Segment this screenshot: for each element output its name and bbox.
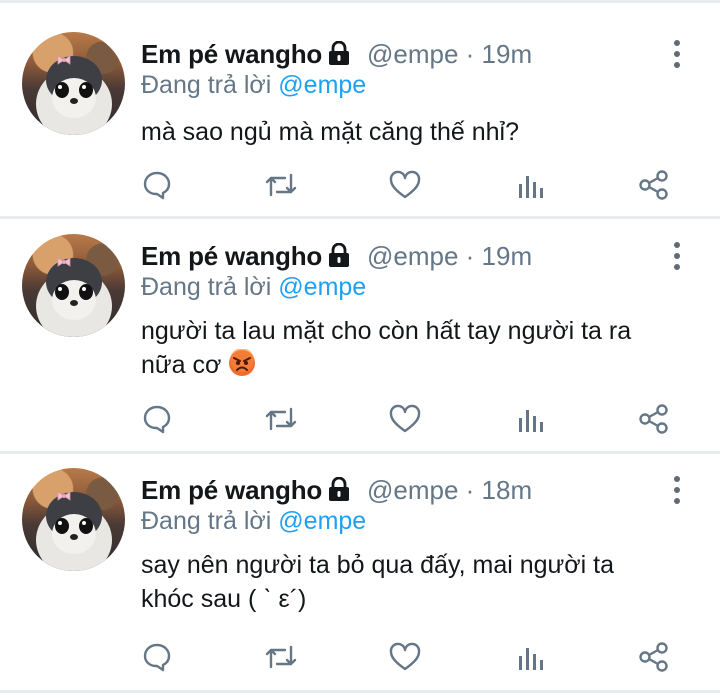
tweet-actions (0, 165, 720, 205)
analytics-icon[interactable] (510, 637, 550, 677)
comment-icon[interactable] (137, 399, 177, 439)
angry-face-emoji (228, 348, 256, 386)
retweet-icon[interactable] (261, 399, 301, 439)
reply-mention[interactable]: @empe (278, 71, 366, 99)
share-icon[interactable] (634, 637, 674, 677)
lock-icon (328, 40, 350, 72)
tweet[interactable]: Em pé wangho @empe · 19m Đang trả lời @e… (0, 3, 720, 216)
handle[interactable]: @empe (367, 475, 458, 505)
tweet-actions (0, 399, 720, 439)
analytics-icon[interactable] (510, 165, 550, 205)
tweet-text: say nên người ta bỏ qua đấy, mai người t… (141, 548, 701, 616)
tweet-handle-time: @empe · 18m (367, 475, 532, 506)
handle[interactable]: @empe (367, 39, 458, 69)
display-name[interactable]: Em pé wangho (141, 39, 350, 72)
tweet-text-line: người ta lau mặt cho còn hất tay người t… (141, 317, 632, 345)
reply-prefix: Đang trả lời (141, 273, 272, 301)
reply-mention[interactable]: @empe (278, 507, 366, 535)
tweet-feed: Em pé wangho @empe · 19m Đang trả lời @e… (0, 0, 720, 695)
timestamp[interactable]: · 18m (466, 475, 532, 505)
reply-mention[interactable]: @empe (278, 273, 366, 301)
reply-context: Đang trả lời @empe (141, 71, 366, 100)
tweet-text: người ta lau mặt cho còn hất tay người t… (141, 314, 701, 386)
reply-prefix: Đang trả lời (141, 71, 272, 99)
heart-icon[interactable] (385, 399, 425, 439)
heart-icon[interactable] (385, 637, 425, 677)
timestamp[interactable]: · 19m (466, 241, 532, 271)
display-name-text: Em pé wangho (141, 475, 323, 505)
tweet-text-line: khóc sau ( ˋ ε´) (141, 585, 307, 613)
tweet[interactable]: Em pé wangho @empe · 18m Đang trả lời @e… (0, 439, 720, 689)
display-name[interactable]: Em pé wangho (141, 475, 350, 508)
tweet-text: mà sao ngủ mà mặt căng thế nhỉ? (141, 118, 520, 146)
handle[interactable]: @empe (367, 241, 458, 271)
more-vertical-icon[interactable] (671, 242, 683, 275)
display-name-text: Em pé wangho (141, 241, 323, 271)
avatar[interactable] (22, 468, 125, 571)
share-icon[interactable] (634, 399, 674, 439)
tweet-text-line-2: nữa cơ (141, 348, 701, 386)
avatar[interactable] (22, 234, 125, 337)
tweet-handle-time: @empe · 19m (367, 241, 532, 272)
retweet-icon[interactable] (261, 165, 301, 205)
tweet-text-line: say nên người ta bỏ qua đấy, mai người t… (141, 551, 615, 579)
heart-icon[interactable] (385, 165, 425, 205)
more-vertical-icon[interactable] (671, 40, 683, 73)
lock-icon (328, 242, 350, 274)
comment-icon[interactable] (137, 165, 177, 205)
reply-context: Đang trả lời @empe (141, 273, 366, 302)
tweet-handle-time: @empe · 19m (367, 39, 532, 70)
tweet[interactable]: Em pé wangho @empe · 19m Đang trả lời @e… (0, 205, 720, 453)
more-vertical-icon[interactable] (671, 476, 683, 509)
tweet-actions (0, 637, 720, 677)
comment-icon[interactable] (137, 637, 177, 677)
avatar[interactable] (22, 32, 125, 135)
reply-context: Đang trả lời @empe (141, 507, 366, 536)
analytics-icon[interactable] (510, 399, 550, 439)
retweet-icon[interactable] (261, 637, 301, 677)
display-name-text: Em pé wangho (141, 39, 323, 69)
tweet-text-line: nữa cơ (141, 351, 222, 379)
display-name[interactable]: Em pé wangho (141, 241, 350, 274)
reply-prefix: Đang trả lời (141, 507, 272, 535)
divider (0, 690, 720, 693)
lock-icon (328, 476, 350, 508)
share-icon[interactable] (634, 165, 674, 205)
timestamp[interactable]: · 19m (466, 39, 532, 69)
